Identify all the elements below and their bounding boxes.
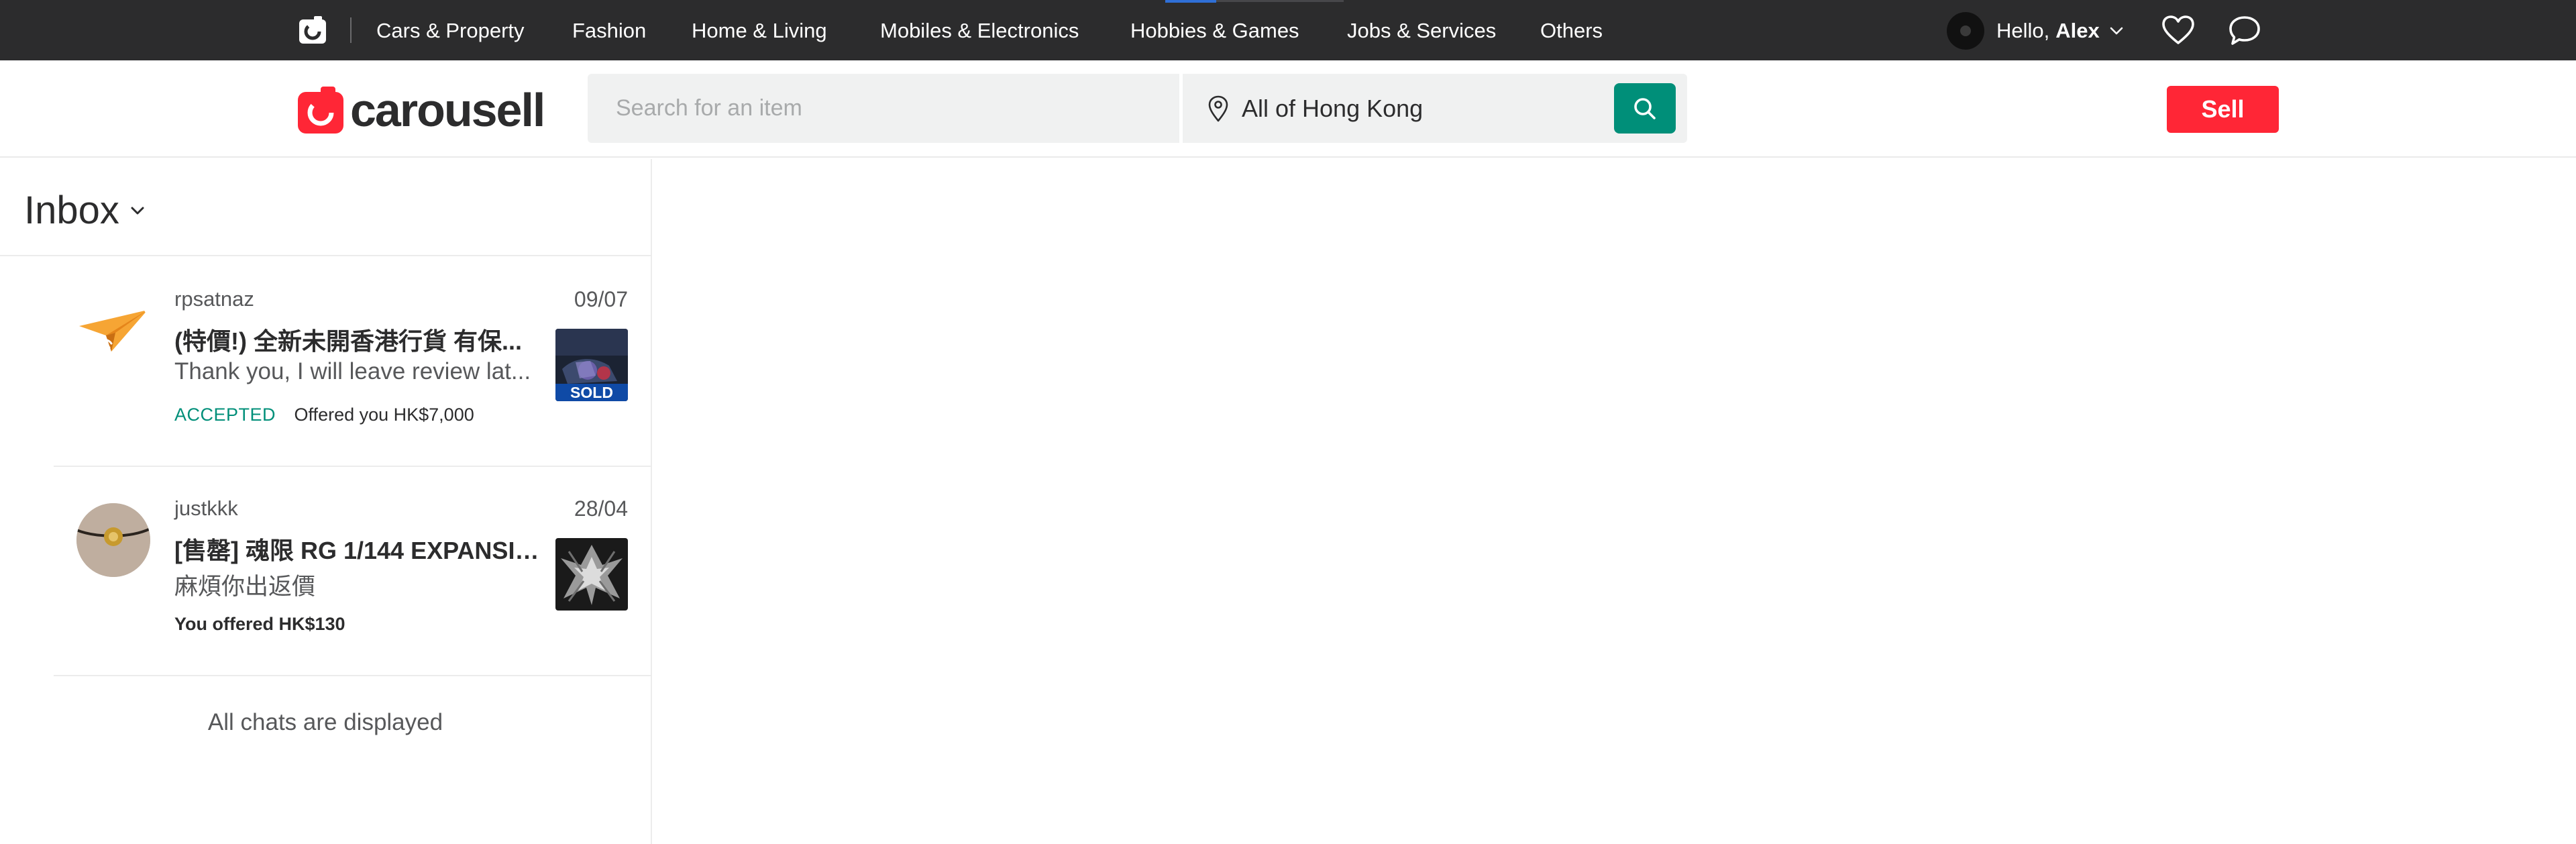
paper-plane-avatar [76,294,150,368]
product-image-icon [555,538,628,611]
search-button[interactable] [1614,83,1676,134]
user-avatar [76,503,150,577]
brand-wordmark: carousell [350,84,545,136]
user-avatar [1947,12,1984,50]
chat-last-message: 麻煩你出返價 [174,574,316,600]
heart-icon[interactable] [2161,15,2195,46]
chevron-down-icon [131,207,144,215]
chat-offer-row: ACCEPTED Offered you HK$7,000 [174,405,474,425]
category-hobbies-games[interactable]: Hobbies & Games [1130,17,1299,44]
category-cars-property[interactable]: Cars & Property [376,17,525,44]
carousell-small-logo-icon[interactable] [298,15,327,45]
user-name: Alex [2055,19,2100,42]
chat-bubble-icon[interactable] [2228,15,2261,47]
location-text: All of Hong Kong [1242,94,1424,122]
chat-item[interactable]: rpsatnaz 09/07 (特價!) 全新未開香港行貨 有保... Than… [54,258,651,467]
greeting-text: Hello, [1996,19,2050,42]
avatar-photo-icon [76,503,150,577]
chat-username: rpsatnaz [174,287,254,311]
user-menu[interactable]: Hello, Alex [1947,12,2125,50]
offer-text: You offered HK$130 [174,614,345,634]
category-home-living[interactable]: Home & Living [692,17,827,44]
offer-status-badge: ACCEPTED [174,405,276,425]
category-jobs-services[interactable]: Jobs & Services [1347,17,1496,44]
search-bar: All of Hong Kong [588,74,1687,143]
inbox-sidebar: Inbox rpsatnaz 09/07 (特價!) 全新未開香港行貨 有保..… [0,159,652,844]
top-category-bar: Cars & Property Fashion Home & Living Mo… [0,0,2576,60]
search-separator [1179,74,1183,143]
chat-product-title: [售罄] 魂限 RG 1/144 EXPANSIO... [174,537,550,564]
carousell-logo[interactable]: carousell [298,84,545,136]
chat-product-title: (特價!) 全新未開香港行貨 有保... [174,327,522,355]
main-header: carousell All of Hong Kong Sell [0,60,2576,158]
topbar-divider [350,17,352,43]
category-others[interactable]: Others [1540,17,1603,44]
sold-badge: SOLD [555,384,628,401]
inbox-header[interactable]: Inbox [0,159,651,256]
all-chats-displayed-text: All chats are displayed [207,709,443,735]
chat-last-message: Thank you, I will leave review lat... [174,358,531,384]
chat-offer-row: You offered HK$130 [174,614,345,635]
search-input[interactable] [588,74,1178,143]
active-tab-indicator [1165,0,1216,3]
location-selector[interactable]: All of Hong Kong [1207,74,1423,143]
category-mobiles-electronics[interactable]: Mobiles & Electronics [880,17,1079,44]
chat-date: 09/07 [574,287,628,311]
chat-username: justkkk [174,496,238,520]
offer-text: Offered you HK$7,000 [294,405,474,425]
chat-item[interactable]: justkkk 28/04 [售罄] 魂限 RG 1/144 EXPANSIO.… [54,467,651,676]
search-icon [1634,97,1656,119]
paper-plane-icon [79,310,148,352]
tab-indicator-track [1216,0,1344,2]
sell-button[interactable]: Sell [2167,86,2279,133]
product-thumbnail[interactable] [555,538,628,611]
carousell-logo-icon [298,87,343,134]
chevron-down-icon [2110,27,2123,35]
chat-date: 28/04 [574,496,628,521]
product-thumbnail[interactable]: SOLD [555,329,628,401]
inbox-title: Inbox [24,189,119,232]
category-fashion[interactable]: Fashion [572,17,646,44]
location-pin-icon [1208,95,1228,121]
